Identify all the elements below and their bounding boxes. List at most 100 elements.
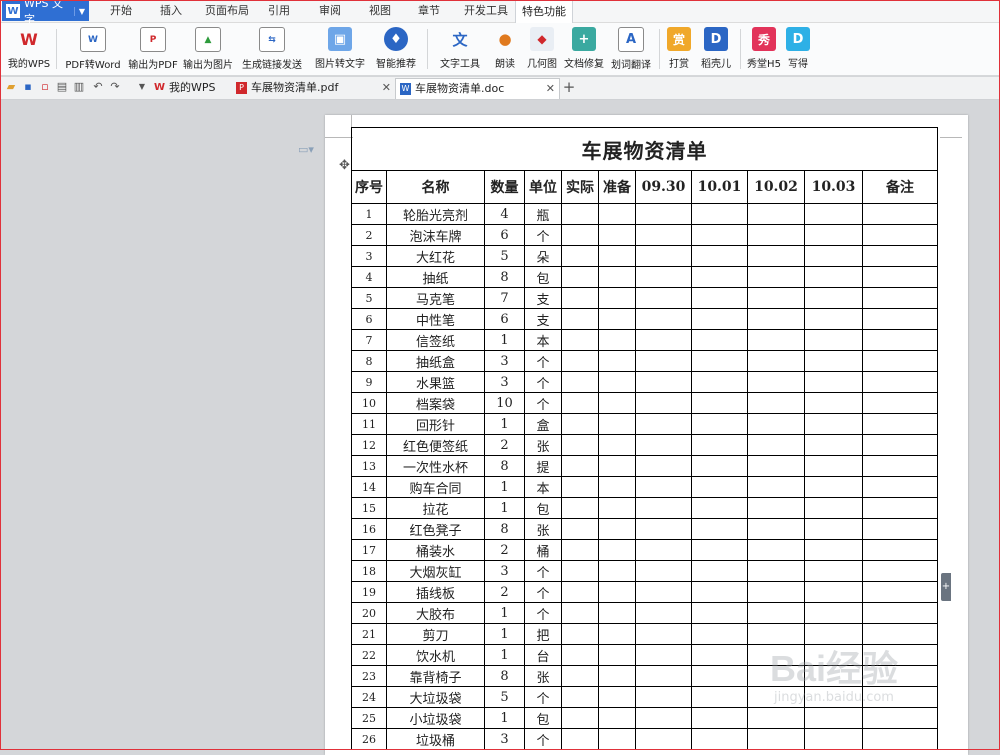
- column-header[interactable]: 10.03: [804, 170, 863, 204]
- table-cell[interactable]: [804, 497, 863, 519]
- table-cell[interactable]: 12: [351, 434, 387, 456]
- table-cell[interactable]: [804, 518, 863, 540]
- doc-tab-my-wps[interactable]: W 我的WPS: [150, 78, 232, 98]
- table-cell[interactable]: [561, 434, 599, 456]
- table-cell[interactable]: [862, 203, 938, 225]
- table-cell[interactable]: 轮胎光亮剂: [386, 203, 485, 225]
- doc-repair-button[interactable]: + 文档修复: [563, 25, 605, 71]
- tab-view[interactable]: 视图: [363, 0, 397, 22]
- table-cell[interactable]: [561, 644, 599, 666]
- table-cell[interactable]: [691, 560, 748, 582]
- table-cell[interactable]: [561, 203, 599, 225]
- table-cell[interactable]: [804, 728, 863, 750]
- table-cell[interactable]: [635, 539, 692, 561]
- table-cell[interactable]: 3: [351, 245, 387, 267]
- table-cell[interactable]: [862, 518, 938, 540]
- table-cell[interactable]: 抽纸盒: [386, 350, 485, 372]
- table-cell[interactable]: [598, 476, 636, 498]
- table-cell[interactable]: [561, 224, 599, 246]
- table-cell[interactable]: 拉花: [386, 497, 485, 519]
- text-tools-button[interactable]: 文 文字工具: [434, 25, 486, 71]
- table-cell[interactable]: [691, 266, 748, 288]
- table-cell[interactable]: 11: [351, 413, 387, 435]
- tab-developer[interactable]: 开发工具: [458, 0, 514, 22]
- table-cell[interactable]: [862, 266, 938, 288]
- table-cell[interactable]: [561, 539, 599, 561]
- table-cell[interactable]: [635, 497, 692, 519]
- table-cell[interactable]: 插线板: [386, 581, 485, 603]
- table-cell[interactable]: [691, 476, 748, 498]
- table-cell[interactable]: [598, 497, 636, 519]
- print-preview-icon[interactable]: ▥: [72, 80, 86, 94]
- table-cell[interactable]: 购车合同: [386, 476, 485, 498]
- table-cell[interactable]: [747, 476, 805, 498]
- reward-button[interactable]: 赏 打赏: [666, 25, 692, 71]
- table-cell[interactable]: [747, 203, 805, 225]
- table-cell[interactable]: [804, 560, 863, 582]
- table-cell[interactable]: [561, 350, 599, 372]
- table-cell[interactable]: [598, 560, 636, 582]
- table-cell[interactable]: 8: [484, 665, 525, 687]
- table-cell[interactable]: [862, 371, 938, 393]
- table-cell[interactable]: [862, 539, 938, 561]
- table-cell[interactable]: [804, 602, 863, 624]
- table-cell[interactable]: [804, 308, 863, 330]
- table-cell[interactable]: 个: [524, 686, 562, 708]
- table-cell[interactable]: [635, 518, 692, 540]
- table-cell[interactable]: [561, 476, 599, 498]
- table-cell[interactable]: 16: [351, 518, 387, 540]
- table-cell[interactable]: 4: [484, 203, 525, 225]
- table-cell[interactable]: 1: [484, 602, 525, 624]
- table-cell[interactable]: [747, 224, 805, 246]
- table-cell[interactable]: [804, 434, 863, 456]
- table-cell[interactable]: 6: [484, 224, 525, 246]
- table-cell[interactable]: 24: [351, 686, 387, 708]
- table-cell[interactable]: [598, 602, 636, 624]
- export-image-button[interactable]: ▲ 输出为图片: [182, 25, 234, 71]
- table-cell[interactable]: [561, 728, 599, 750]
- tab-home[interactable]: 开始: [104, 0, 138, 22]
- table-cell[interactable]: 3: [484, 728, 525, 750]
- table-cell[interactable]: [635, 266, 692, 288]
- table-cell[interactable]: [598, 581, 636, 603]
- table-cell[interactable]: 17: [351, 539, 387, 561]
- table-cell[interactable]: [598, 371, 636, 393]
- table-cell[interactable]: 13: [351, 455, 387, 477]
- table-cell[interactable]: 个: [524, 224, 562, 246]
- table-cell[interactable]: [598, 686, 636, 708]
- table-cell[interactable]: [635, 560, 692, 582]
- table-cell[interactable]: [561, 245, 599, 267]
- table-cell[interactable]: [747, 413, 805, 435]
- table-cell[interactable]: 朵: [524, 245, 562, 267]
- table-cell[interactable]: 提: [524, 455, 562, 477]
- column-header[interactable]: 10.02: [747, 170, 805, 204]
- table-cell[interactable]: [598, 224, 636, 246]
- app-menu-button[interactable]: W WPS 文字 ▼: [2, 0, 89, 26]
- share-link-button[interactable]: ⇆ 生成链接发送: [238, 25, 306, 71]
- table-cell[interactable]: [862, 308, 938, 330]
- table-cell[interactable]: 台: [524, 644, 562, 666]
- table-cell[interactable]: [561, 413, 599, 435]
- table-cell[interactable]: 个: [524, 350, 562, 372]
- table-cell[interactable]: [747, 434, 805, 456]
- smart-recommend-button[interactable]: ♦ 智能推荐: [370, 25, 422, 71]
- table-cell[interactable]: [635, 728, 692, 750]
- table-cell[interactable]: [747, 497, 805, 519]
- new-tab-plus-icon[interactable]: +: [562, 80, 576, 95]
- table-cell[interactable]: [598, 434, 636, 456]
- table-cell[interactable]: [635, 434, 692, 456]
- table-cell[interactable]: 包: [524, 266, 562, 288]
- table-cell[interactable]: 大烟灰缸: [386, 560, 485, 582]
- table-cell[interactable]: 7: [484, 287, 525, 309]
- table-cell[interactable]: [635, 371, 692, 393]
- table-cell[interactable]: [598, 287, 636, 309]
- table-cell[interactable]: 1: [484, 623, 525, 645]
- table-cell[interactable]: [561, 665, 599, 687]
- column-header[interactable]: 单位: [524, 170, 562, 204]
- table-cell[interactable]: [561, 707, 599, 729]
- table-cell[interactable]: [598, 203, 636, 225]
- table-cell[interactable]: [691, 665, 748, 687]
- table-cell[interactable]: [691, 245, 748, 267]
- table-cell[interactable]: [561, 455, 599, 477]
- table-cell[interactable]: [804, 203, 863, 225]
